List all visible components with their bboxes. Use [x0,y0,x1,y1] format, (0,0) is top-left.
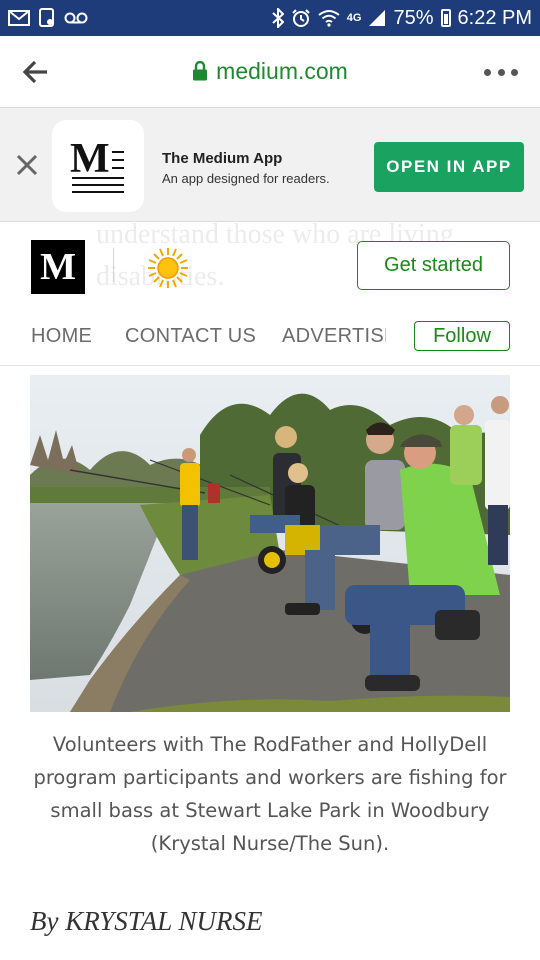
browser-toolbar: medium.com [0,36,540,108]
site-nav: HOME CONTACT US ADVERTISE Follow [0,310,540,366]
open-in-app-button[interactable]: OPEN IN APP [374,142,524,192]
article-photo[interactable] [30,375,510,712]
nav-home[interactable]: HOME [31,325,92,348]
status-bar: 4G 75% 6:22 PM [0,0,540,36]
logo-divider [113,248,114,282]
mail-icon [8,10,30,26]
voicemail-icon [64,11,88,25]
lock-icon [192,60,208,87]
nav-contact-us[interactable]: CONTACT US [125,325,256,348]
clock: 6:22 PM [457,6,532,29]
address-bar[interactable]: medium.com [0,58,540,87]
close-icon[interactable] [14,152,40,178]
byline: By KRYSTAL NURSE [30,906,263,936]
network-type: 4G [346,12,362,24]
alarm-icon [291,8,311,28]
photo-caption: Volunteers with The RodFather and HollyD… [33,733,507,855]
more-icon[interactable] [484,64,518,80]
screenshot-icon [38,8,56,28]
nav-advertise[interactable]: ADVERTISE [282,325,386,348]
app-description: An app designed for readers. [162,171,330,186]
app-name: The Medium App [162,150,283,167]
battery-percent: 75% [393,6,434,29]
url-text: medium.com [216,58,348,84]
signal-icon [368,9,386,27]
bluetooth-icon [272,8,284,28]
wifi-icon [318,9,340,27]
app-banner: M The Medium App An app designed for rea… [0,108,540,222]
follow-button[interactable]: Follow [414,321,510,351]
app-icon-letter: M [70,138,110,182]
medium-logo[interactable]: M [31,240,85,294]
medium-app-icon: M [52,120,144,212]
app-banner-text: The Medium App An app designed for reade… [162,150,330,186]
get-started-button[interactable]: Get started [357,241,510,290]
site-header: understand those who are living disabili… [0,222,540,310]
sun-logo-icon[interactable] [146,246,190,290]
battery-icon [440,9,451,27]
